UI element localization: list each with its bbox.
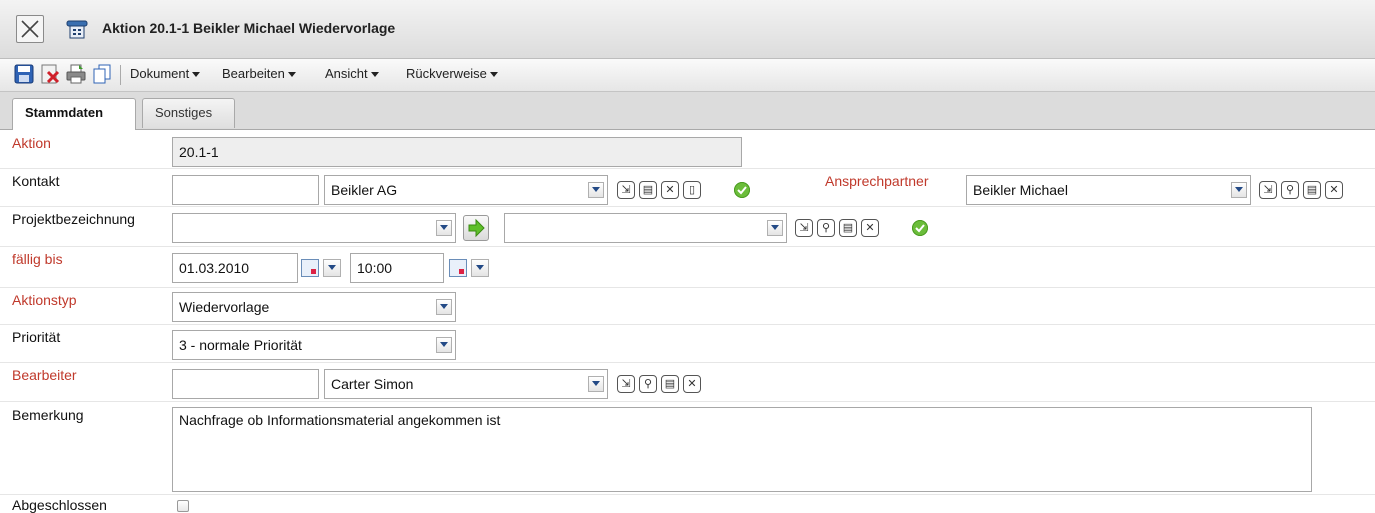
- chevron-down-icon[interactable]: [323, 259, 341, 277]
- open-icon[interactable]: ⇲: [617, 181, 635, 199]
- chevron-down-icon[interactable]: [436, 220, 452, 236]
- clipboard-icon[interactable]: ▤: [639, 181, 657, 199]
- row-separator: [0, 494, 1375, 495]
- projekt-sub-select[interactable]: [504, 213, 787, 243]
- row-separator: [0, 206, 1375, 207]
- kontakt-value: Beikler AG: [331, 182, 398, 198]
- toolbar-separator: [120, 65, 121, 85]
- label-faellig-bis: fällig bis: [12, 251, 63, 267]
- close-icon: [21, 20, 39, 38]
- prioritaet-value: 3 - normale Priorität: [179, 337, 302, 353]
- row-separator: [0, 168, 1375, 169]
- chevron-down-icon[interactable]: [767, 220, 783, 236]
- bemerkung-textarea[interactable]: Nachfrage ob Informationsmaterial angeko…: [172, 407, 1312, 492]
- new-document-icon[interactable]: ▯: [683, 181, 701, 199]
- open-icon[interactable]: ⇲: [1259, 181, 1277, 199]
- calendar-icon[interactable]: [301, 259, 319, 277]
- row-separator: [0, 287, 1375, 288]
- menu-ansicht[interactable]: Ansicht: [325, 66, 379, 81]
- save-icon[interactable]: [14, 64, 34, 84]
- label-projektbezeichnung: Projektbezeichnung: [12, 211, 135, 227]
- aktionstyp-select[interactable]: Wiedervorlage: [172, 292, 456, 322]
- chevron-down-icon[interactable]: [471, 259, 489, 277]
- delete-icon[interactable]: [40, 64, 60, 84]
- label-aktionstyp: Aktionstyp: [12, 292, 77, 308]
- search-icon[interactable]: ⚲: [817, 219, 835, 237]
- clipboard-icon[interactable]: ▤: [839, 219, 857, 237]
- close-button[interactable]: [16, 15, 44, 43]
- copy-icon[interactable]: [92, 64, 112, 84]
- label-bemerkung: Bemerkung: [12, 407, 84, 423]
- remove-icon[interactable]: ✕: [683, 375, 701, 393]
- prioritaet-select[interactable]: 3 - normale Priorität: [172, 330, 456, 360]
- row-separator: [0, 401, 1375, 402]
- open-icon[interactable]: ⇲: [617, 375, 635, 393]
- chevron-down-icon[interactable]: [436, 337, 452, 353]
- label-aktion: Aktion: [12, 135, 51, 151]
- toolbar: [0, 59, 1375, 92]
- kontakt-number-field[interactable]: [172, 175, 319, 205]
- time-field[interactable]: 10:00: [350, 253, 444, 283]
- row-separator: [0, 362, 1375, 363]
- remove-icon[interactable]: ✕: [1325, 181, 1343, 199]
- ansprechpartner-select[interactable]: Beikler Michael: [966, 175, 1251, 205]
- row-separator: [0, 246, 1375, 247]
- aktionstyp-value: Wiedervorlage: [179, 299, 270, 315]
- search-icon[interactable]: ⚲: [1281, 181, 1299, 199]
- chevron-down-icon[interactable]: [436, 299, 452, 315]
- check-icon: [734, 182, 750, 198]
- arrow-right-icon: [468, 218, 485, 238]
- window-title: Aktion 20.1-1 Beikler Michael Wiedervorl…: [102, 20, 396, 36]
- bearbeiter-number-field[interactable]: [172, 369, 319, 399]
- menu-rueckverweise[interactable]: Rückverweise: [406, 66, 498, 81]
- open-icon[interactable]: ⇲: [795, 219, 813, 237]
- remove-icon[interactable]: ✕: [861, 219, 879, 237]
- bearbeiter-value: Carter Simon: [331, 376, 414, 392]
- label-ansprechpartner: Ansprechpartner: [825, 173, 929, 189]
- chevron-down-icon[interactable]: [588, 182, 604, 198]
- calendar-icon[interactable]: [449, 259, 467, 277]
- menu-dokument[interactable]: Dokument: [130, 66, 201, 81]
- clipboard-icon[interactable]: ▤: [661, 375, 679, 393]
- remove-icon[interactable]: ✕: [661, 181, 679, 199]
- kontakt-select[interactable]: Beikler AG: [324, 175, 608, 205]
- label-kontakt: Kontakt: [12, 173, 60, 189]
- menu-bearbeiten[interactable]: Bearbeiten: [222, 66, 296, 81]
- search-icon[interactable]: ⚲: [639, 375, 657, 393]
- tab-stammdaten[interactable]: Stammdaten: [12, 98, 136, 130]
- chevron-down-icon[interactable]: [588, 376, 604, 392]
- label-prioritaet: Priorität: [12, 329, 61, 345]
- phone-icon: [66, 20, 88, 39]
- print-icon[interactable]: [66, 64, 86, 84]
- check-icon: [912, 220, 928, 236]
- arrow-right-button[interactable]: [463, 215, 489, 241]
- label-bearbeiter: Bearbeiter: [12, 367, 77, 383]
- tab-sonstiges[interactable]: Sonstiges: [142, 98, 235, 128]
- aktion-field[interactable]: 20.1-1: [172, 137, 742, 167]
- ansprechpartner-value: Beikler Michael: [973, 182, 1068, 198]
- clipboard-icon[interactable]: ▤: [1303, 181, 1321, 199]
- chevron-down-icon[interactable]: [1231, 182, 1247, 198]
- row-separator: [0, 324, 1375, 325]
- date-field[interactable]: 01.03.2010: [172, 253, 298, 283]
- projekt-select[interactable]: [172, 213, 456, 243]
- bearbeiter-select[interactable]: Carter Simon: [324, 369, 608, 399]
- abgeschlossen-checkbox[interactable]: [177, 500, 189, 512]
